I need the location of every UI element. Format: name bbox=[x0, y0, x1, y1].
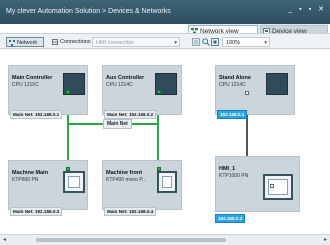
connection-type-select[interactable]: HMI connection ▾ bbox=[92, 37, 180, 47]
plc-icon bbox=[266, 73, 288, 95]
device-name: Machine Main bbox=[12, 170, 49, 176]
title-bar: My clever Automation Solution > Devices … bbox=[0, 0, 330, 24]
restore-button[interactable]: ▪ bbox=[299, 6, 301, 14]
hmi-panel-icon bbox=[157, 171, 177, 193]
zoom-level-select[interactable]: 100% ▾ bbox=[222, 37, 270, 47]
connection-type-placeholder: HMI connection bbox=[96, 40, 135, 46]
interface-label[interactable]: Main Net: 192.168.0.3 bbox=[10, 207, 63, 216]
network-canvas[interactable]: Main Net Main Controller CPU 1215C Main … bbox=[2, 50, 326, 233]
device-type: CPU 1214C bbox=[219, 82, 246, 88]
device-type: CPU 1215C bbox=[12, 82, 39, 88]
network-mode-button[interactable]: Network bbox=[6, 37, 44, 47]
scroll-left-icon[interactable]: ◂ bbox=[3, 236, 6, 243]
profinet-port[interactable] bbox=[66, 167, 70, 171]
horizontal-scrollbar[interactable]: ◂ ▸ bbox=[0, 234, 330, 245]
device-hmi-1[interactable]: HMI_1 KTP1000 PN bbox=[215, 156, 300, 212]
device-name: Machine front bbox=[106, 170, 143, 176]
profinet-port[interactable] bbox=[157, 90, 161, 94]
toolbar: Network Connections HMI connection ▾ 100… bbox=[0, 33, 330, 49]
network-icon bbox=[9, 39, 15, 46]
device-aux-controller[interactable]: Aux Controller CPU 1214C bbox=[102, 65, 182, 115]
device-name: Main Controller bbox=[12, 75, 53, 81]
chevron-down-icon: ▾ bbox=[174, 40, 177, 46]
zoom-level-value: 100% bbox=[226, 40, 241, 46]
profinet-port[interactable] bbox=[157, 167, 161, 171]
device-type: KTP400 mono P... bbox=[106, 177, 147, 183]
profinet-port[interactable] bbox=[245, 91, 249, 95]
device-type: KTP600 PN bbox=[12, 177, 39, 183]
zoom-fit-icon[interactable] bbox=[211, 38, 219, 46]
device-stand-alone[interactable]: Stand Alone CPU 1214C bbox=[215, 65, 295, 115]
network-overview-icon[interactable] bbox=[192, 38, 200, 46]
device-name: Stand Alone bbox=[219, 75, 251, 81]
profinet-port[interactable] bbox=[270, 184, 274, 188]
subnet-label[interactable]: Main Net bbox=[103, 119, 132, 129]
close-button[interactable]: ✕ bbox=[318, 6, 324, 14]
connections-mode-button[interactable]: Connections bbox=[50, 37, 91, 47]
device-machine-front[interactable]: Machine front KTP400 mono P... bbox=[102, 160, 182, 210]
device-type: KTP1000 PN bbox=[219, 173, 249, 179]
maximize-button[interactable]: ▪ bbox=[309, 6, 311, 14]
profinet-port[interactable] bbox=[66, 90, 70, 94]
device-name: Aux Controller bbox=[106, 75, 145, 81]
connections-mode-label: Connections bbox=[60, 39, 91, 45]
scroll-right-icon[interactable]: ▸ bbox=[324, 236, 327, 243]
network-mode-label: Network bbox=[17, 40, 38, 46]
device-type: CPU 1214C bbox=[106, 82, 133, 88]
window-title: My clever Automation Solution > Devices … bbox=[6, 8, 171, 15]
zoom-icon[interactable] bbox=[202, 38, 210, 46]
connections-icon bbox=[52, 39, 58, 45]
window-controls: _ ▪ ▪ ✕ bbox=[288, 6, 324, 14]
chevron-down-icon: ▾ bbox=[264, 40, 267, 46]
interface-label[interactable]: Main Net: 192.168.0.1 bbox=[10, 110, 63, 119]
interface-label[interactable]: 192.168.0.1 bbox=[217, 110, 248, 119]
minimize-button[interactable]: _ bbox=[288, 6, 292, 14]
device-name: HMI_1 bbox=[219, 166, 236, 172]
hmi-panel-icon bbox=[263, 174, 293, 200]
interface-label[interactable]: Main Net: 192.168.0.4 bbox=[104, 207, 157, 216]
device-machine-main[interactable]: Machine Main KTP600 PN bbox=[8, 160, 88, 210]
interface-label[interactable]: 192.168.0.2 bbox=[215, 214, 246, 223]
interface-label[interactable]: Main Net: 192.168.0.2 bbox=[104, 110, 157, 119]
hmi-panel-icon bbox=[63, 171, 85, 193]
device-main-controller[interactable]: Main Controller CPU 1215C bbox=[8, 65, 88, 115]
scrollbar-thumb[interactable] bbox=[36, 238, 226, 242]
